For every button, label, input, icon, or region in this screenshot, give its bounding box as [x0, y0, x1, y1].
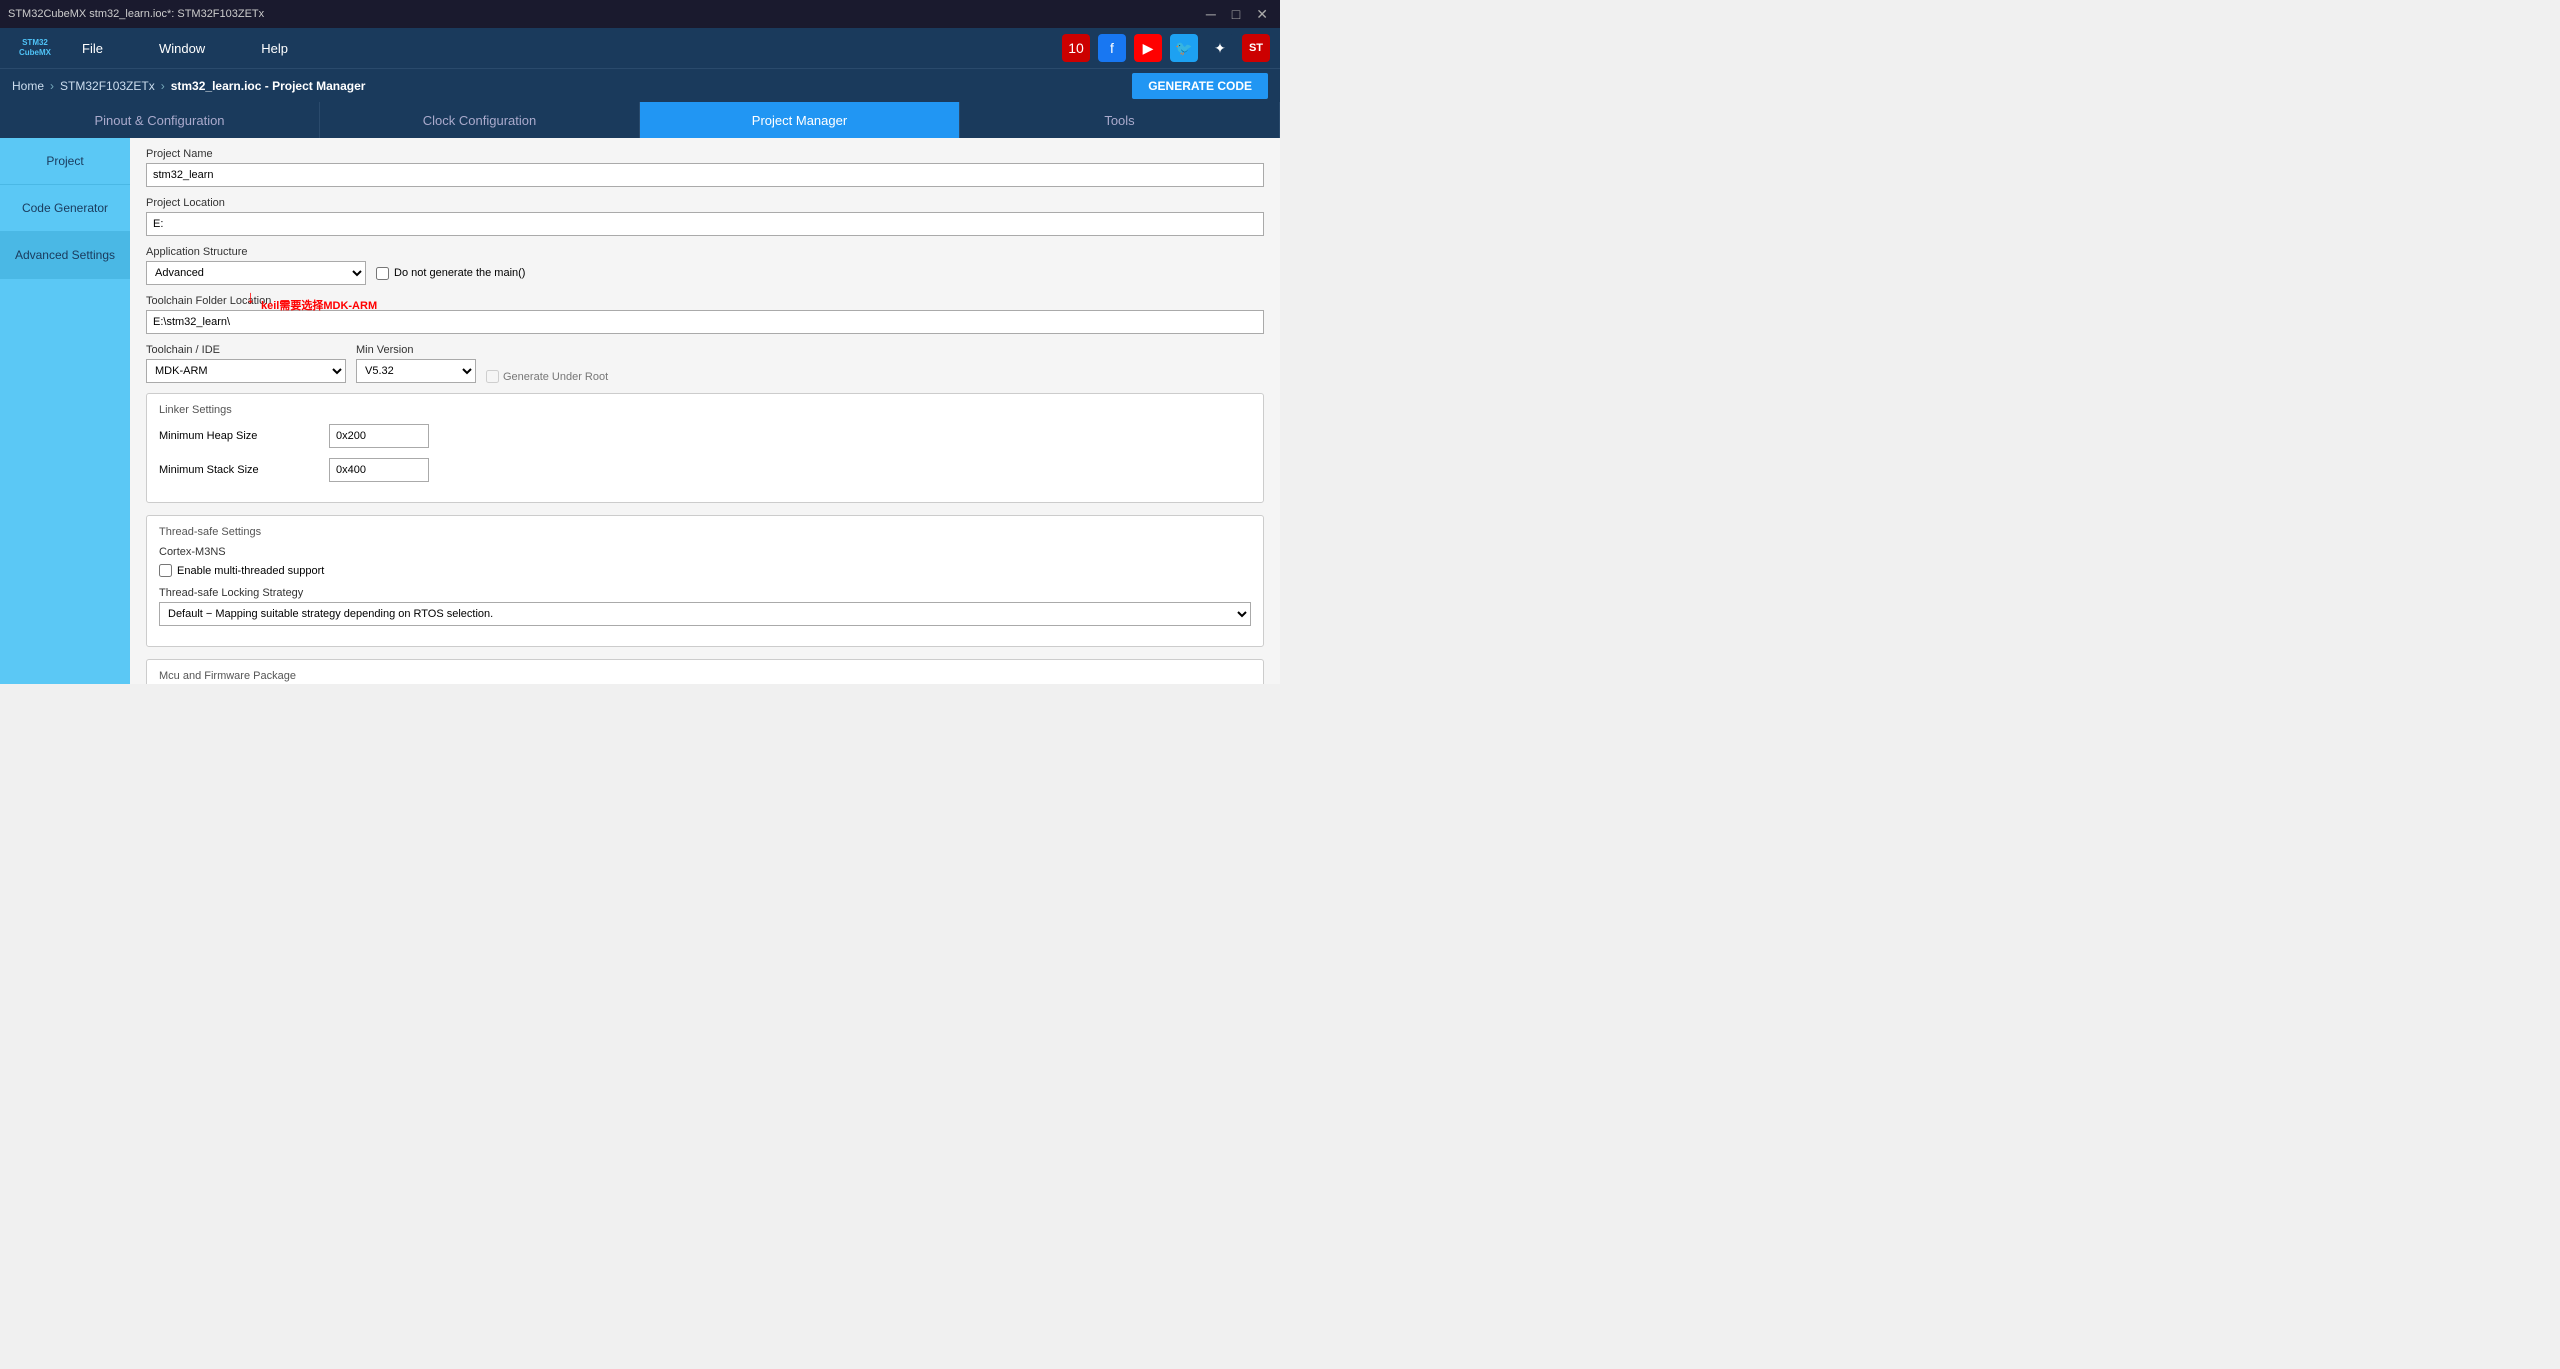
sidebar-item-advanced-settings[interactable]: Advanced Settings: [0, 232, 130, 279]
project-location-label: Project Location: [146, 197, 1264, 209]
title-text: STM32CubeMX stm32_learn.ioc*: STM32F103Z…: [8, 8, 264, 20]
sidebar-item-project[interactable]: Project: [0, 138, 130, 185]
restore-button[interactable]: □: [1228, 6, 1244, 23]
enable-multithreaded-checkbox[interactable]: Enable multi-threaded support: [159, 564, 1251, 577]
menu-file[interactable]: File: [74, 37, 111, 60]
logo-line2: CubeMX: [19, 48, 51, 58]
tab-bar: Pinout & Configuration Clock Configurati…: [0, 102, 1280, 138]
min-heap-group: Minimum Heap Size: [159, 424, 1251, 448]
facebook-icon[interactable]: f: [1098, 34, 1126, 62]
application-structure-label: Application Structure: [146, 246, 1264, 258]
logo: STM32 CubeMX: [10, 30, 60, 66]
mcu-firmware-title: Mcu and Firmware Package: [159, 670, 1251, 682]
min-version-select[interactable]: V5.32 V5.30: [356, 359, 476, 383]
min-stack-group: Minimum Stack Size: [159, 458, 1251, 482]
title-bar: STM32CubeMX stm32_learn.ioc*: STM32F103Z…: [0, 0, 1280, 28]
breadcrumb: Home › STM32F103ZETx › stm32_learn.ioc -…: [0, 68, 1280, 102]
breadcrumb-project[interactable]: stm32_learn.ioc - Project Manager: [171, 79, 366, 93]
breadcrumb-home[interactable]: Home: [12, 79, 44, 93]
toolchain-ide-label: Toolchain / IDE: [146, 344, 346, 356]
min-heap-input[interactable]: [329, 424, 429, 448]
enable-multithreaded-group: Enable multi-threaded support: [159, 564, 1251, 577]
toolchain-ide-group: Toolchain / IDE MDK-ARM IAR STM32CubeIDE…: [146, 344, 1264, 383]
generate-code-button[interactable]: GENERATE CODE: [1132, 73, 1268, 99]
main-layout: Project Code Generator Advanced Settings…: [0, 138, 1280, 684]
linker-settings-title: Linker Settings: [159, 404, 1251, 416]
menu-help[interactable]: Help: [253, 37, 296, 60]
project-location-group: Project Location: [146, 197, 1264, 236]
min-stack-label: Minimum Stack Size: [159, 464, 319, 476]
menu-bar: STM32 CubeMX File Window Help 10 f ▶ 🐦 ✦…: [0, 28, 1280, 68]
application-structure-group: Application Structure Advanced Do not ge…: [146, 246, 1264, 285]
project-name-input[interactable]: [146, 163, 1264, 187]
mcu-firmware-box: Mcu and Firmware Package Mcu Reference F…: [146, 659, 1264, 684]
tab-project-manager[interactable]: Project Manager: [640, 102, 960, 138]
sidebar-item-code-generator[interactable]: Code Generator: [0, 185, 130, 232]
application-structure-select[interactable]: Advanced: [146, 261, 366, 285]
thread-safe-box: Thread-safe Settings Cortex-M3NS Enable …: [146, 515, 1264, 647]
close-button[interactable]: ✕: [1252, 6, 1272, 23]
min-version-label: Min Version: [356, 344, 476, 356]
toolchain-folder-group: Toolchain Folder Location ↓ keil需要选择MDK-…: [146, 295, 1264, 334]
do-not-generate-main-checkbox[interactable]: Do not generate the main(): [376, 267, 525, 280]
menu-window[interactable]: Window: [151, 37, 213, 60]
sidebar: Project Code Generator Advanced Settings: [0, 138, 130, 684]
tab-clock[interactable]: Clock Configuration: [320, 102, 640, 138]
cortex-label: Cortex-M3NS: [159, 546, 1251, 558]
locking-strategy-select[interactable]: Default − Mapping suitable strategy depe…: [159, 602, 1251, 626]
generate-under-root-checkbox: [486, 370, 499, 383]
min-stack-input[interactable]: [329, 458, 429, 482]
thread-safe-title: Thread-safe Settings: [159, 526, 1251, 538]
youtube-icon[interactable]: ▶: [1134, 34, 1162, 62]
locking-strategy-group: Thread-safe Locking Strategy Default − M…: [159, 587, 1251, 626]
minimize-button[interactable]: ─: [1202, 6, 1220, 23]
st-icon[interactable]: ST: [1242, 34, 1270, 62]
network-icon[interactable]: ✦: [1206, 34, 1234, 62]
twitter-icon[interactable]: 🐦: [1170, 34, 1198, 62]
project-location-input[interactable]: [146, 212, 1264, 236]
toolchain-ide-select[interactable]: MDK-ARM IAR STM32CubeIDE: [146, 359, 346, 383]
tab-tools[interactable]: Tools: [960, 102, 1280, 138]
linker-settings-box: Linker Settings Minimum Heap Size Minimu…: [146, 393, 1264, 503]
tab-pinout[interactable]: Pinout & Configuration: [0, 102, 320, 138]
project-name-label: Project Name: [146, 148, 1264, 160]
generate-under-root-group: Generate Under Root: [486, 370, 608, 383]
toolchain-folder-label: Toolchain Folder Location: [146, 295, 1264, 307]
min-heap-label: Minimum Heap Size: [159, 430, 319, 442]
icon-10[interactable]: 10: [1062, 34, 1090, 62]
locking-strategy-label: Thread-safe Locking Strategy: [159, 587, 1251, 599]
toolchain-folder-input[interactable]: [146, 310, 1264, 334]
project-name-group: Project Name: [146, 148, 1264, 187]
breadcrumb-mcu[interactable]: STM32F103ZETx: [60, 79, 155, 93]
content-area: Project Name Project Location Applicatio…: [130, 138, 1280, 684]
logo-line1: STM32: [19, 38, 51, 48]
